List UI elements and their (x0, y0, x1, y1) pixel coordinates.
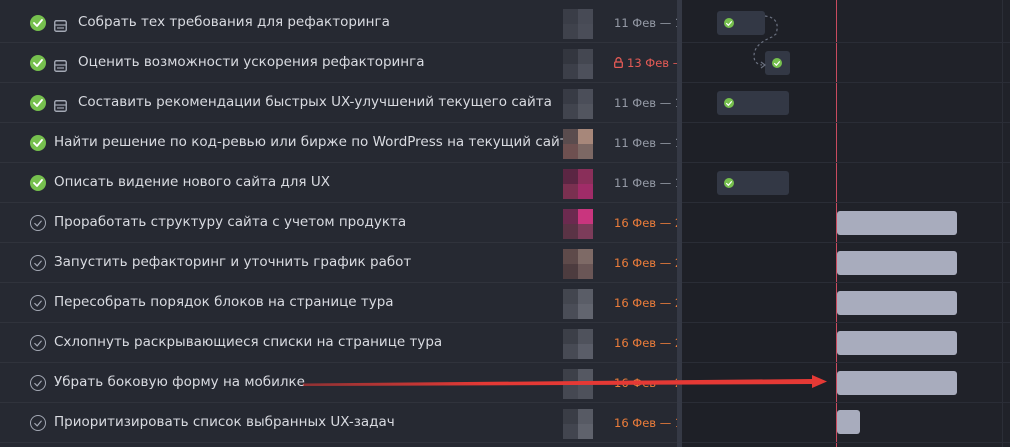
dependency-connector (753, 15, 778, 69)
task-gantt-view: Собрать тех требования для рефакторинга 1… (0, 0, 1010, 447)
